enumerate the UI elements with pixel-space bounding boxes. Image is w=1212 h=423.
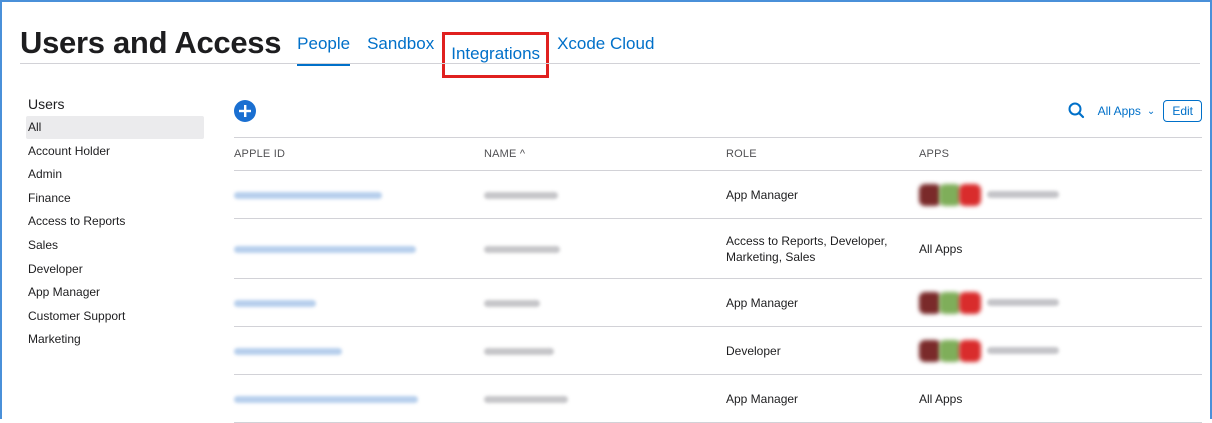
tab-bar: People Sandbox Integrations Xcode Cloud: [297, 24, 671, 78]
role-cell: Developer: [726, 326, 919, 375]
redacted-email[interactable]: [234, 395, 418, 403]
column-header-apps[interactable]: APPS: [919, 137, 1202, 171]
app-icon: [939, 339, 961, 362]
app-icon: [959, 291, 981, 314]
apple-id-cell[interactable]: [234, 218, 484, 279]
apple-id-cell[interactable]: [234, 278, 484, 327]
redacted-name: [484, 191, 558, 199]
redacted-name: [484, 395, 568, 403]
app-icon: [939, 183, 961, 206]
search-icon[interactable]: [1066, 100, 1088, 122]
header-divider: [20, 63, 1200, 64]
apps-cell: All Apps: [919, 374, 1202, 423]
sidebar-item-app-manager[interactable]: App Manager: [26, 281, 206, 304]
role-cell: App Manager: [726, 278, 919, 327]
sidebar-item-customer-support[interactable]: Customer Support: [26, 305, 206, 328]
column-header-name[interactable]: NAME ^: [484, 137, 726, 171]
plus-circle-icon: [239, 105, 251, 117]
sidebar-item-marketing[interactable]: Marketing: [26, 328, 206, 351]
page-title: Users and Access: [20, 25, 282, 60]
name-cell: [484, 326, 726, 375]
sidebar-item-account-holder[interactable]: Account Holder: [26, 140, 206, 163]
name-cell: [484, 170, 726, 219]
name-cell: [484, 218, 726, 279]
apps-cell: All Apps: [919, 218, 1202, 279]
sidebar-item-access-to-reports[interactable]: Access to Reports: [26, 210, 206, 233]
table-row[interactable]: Access to Reports, Developer, Marketing,…: [234, 218, 1202, 279]
table-header-row: APPLE ID NAME ^ ROLE APPS: [234, 137, 1202, 171]
column-header-role[interactable]: ROLE: [726, 137, 919, 171]
apps-filter-dropdown[interactable]: All Apps ⌄: [1098, 104, 1156, 118]
sidebar-item-developer[interactable]: Developer: [26, 258, 206, 281]
sidebar-title: Users: [28, 96, 65, 112]
app-icons: [919, 339, 1202, 362]
apple-id-cell[interactable]: [234, 170, 484, 219]
table-row[interactable]: Developer: [234, 326, 1202, 375]
app-icons: [919, 183, 1202, 206]
sidebar: Users All Account Holder Admin Finance A…: [26, 96, 206, 352]
role-cell: App Manager: [726, 170, 919, 219]
app-icon: [959, 183, 981, 206]
table-row[interactable]: App Manager: [234, 170, 1202, 219]
sidebar-item-admin[interactable]: Admin: [26, 163, 206, 186]
redacted-name: [484, 245, 560, 253]
redacted-email[interactable]: [234, 245, 416, 253]
redacted-more-apps: [987, 347, 1059, 354]
apple-id-cell[interactable]: [234, 326, 484, 375]
role-cell: Access to Reports, Developer, Marketing,…: [726, 218, 919, 279]
apps-filter-label: All Apps: [1097, 104, 1141, 118]
column-header-apple-id[interactable]: APPLE ID: [234, 137, 484, 171]
role-cell: App Manager: [726, 374, 919, 423]
redacted-more-apps: [987, 191, 1059, 198]
chevron-down-icon: ⌄: [1146, 105, 1156, 117]
table-row[interactable]: App Manager All Apps: [234, 374, 1202, 423]
add-user-button[interactable]: [234, 100, 256, 122]
table-toolbar: All Apps ⌄ Edit: [234, 100, 1202, 130]
apps-cell: [919, 326, 1202, 375]
redacted-email[interactable]: [234, 191, 382, 199]
tab-xcode-cloud[interactable]: Xcode Cloud: [557, 32, 654, 62]
table-row[interactable]: App Manager: [234, 278, 1202, 327]
apps-cell: [919, 278, 1202, 327]
users-table: APPLE ID NAME ^ ROLE APPS App Manager Ac: [234, 137, 1202, 423]
sidebar-item-sales[interactable]: Sales: [26, 234, 206, 257]
app-icon: [919, 339, 941, 362]
edit-button[interactable]: Edit: [1163, 100, 1202, 122]
tab-people[interactable]: People: [297, 32, 350, 66]
sidebar-item-all[interactable]: All: [26, 116, 204, 139]
name-cell: [484, 374, 726, 423]
redacted-name: [484, 347, 554, 355]
redacted-more-apps: [987, 299, 1059, 306]
app-icon: [939, 291, 961, 314]
name-cell: [484, 278, 726, 327]
tab-sandbox[interactable]: Sandbox: [367, 32, 434, 62]
tab-integrations[interactable]: Integrations: [442, 32, 550, 78]
app-icon: [959, 339, 981, 362]
toolbar-actions: All Apps ⌄ Edit: [1066, 100, 1202, 122]
redacted-email[interactable]: [234, 347, 342, 355]
redacted-email[interactable]: [234, 299, 316, 307]
apple-id-cell[interactable]: [234, 374, 484, 423]
app-icon: [919, 291, 941, 314]
apps-cell: [919, 170, 1202, 219]
sidebar-item-finance[interactable]: Finance: [26, 187, 206, 210]
page-header: Users and Access People Sandbox Integrat…: [20, 20, 671, 78]
app-icon: [919, 183, 941, 206]
app-icons: [919, 291, 1202, 314]
redacted-name: [484, 299, 540, 307]
